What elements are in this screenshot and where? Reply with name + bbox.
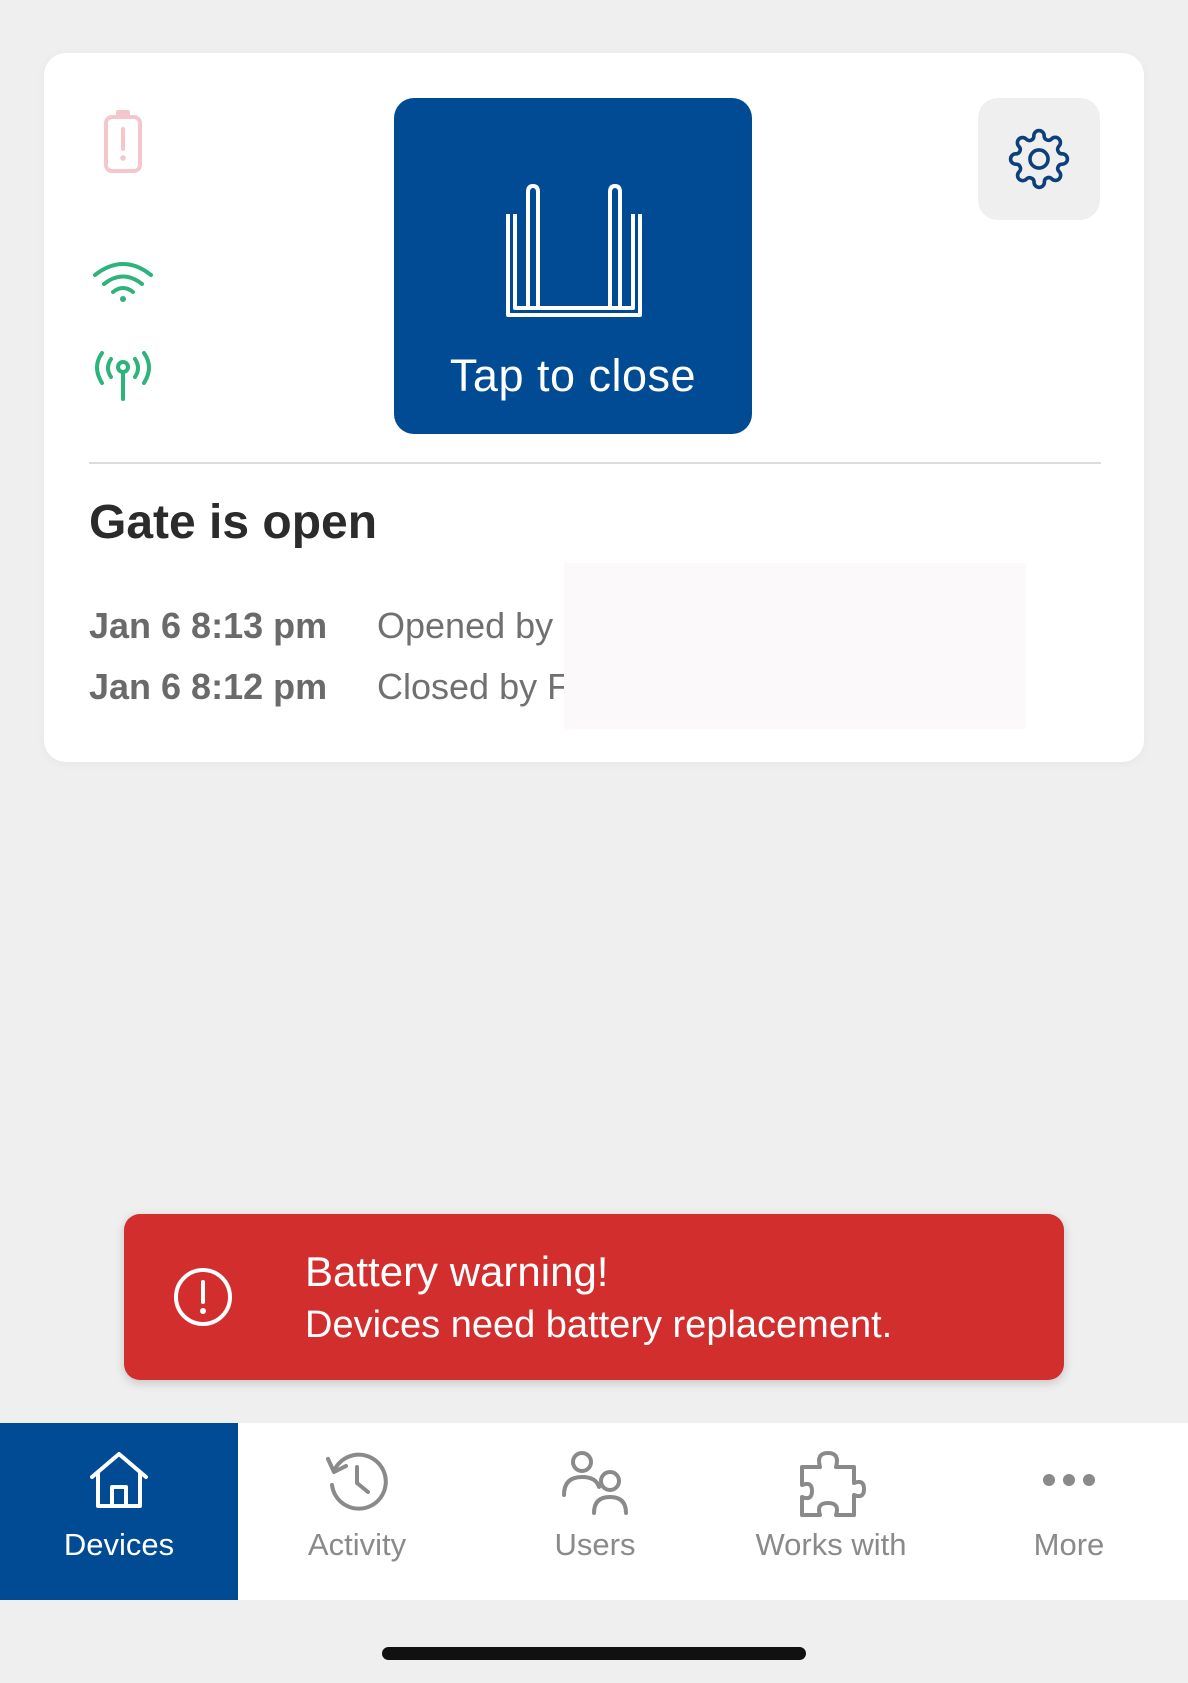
home-icon [90, 1452, 148, 1508]
tab-label: Devices [63, 1527, 175, 1562]
activity-description: Opened by [377, 605, 554, 646]
tap-to-close-button[interactable]: Tap to close [394, 98, 752, 434]
tab-label: More [1033, 1527, 1105, 1562]
tab-devices[interactable]: Devices [0, 1423, 238, 1600]
history-icon [326, 1452, 388, 1511]
gate-status-title: Gate is open [89, 496, 378, 549]
battery-warning-icon [104, 110, 142, 173]
battery-warning-toast[interactable]: Battery warning! Devices need battery re… [124, 1214, 1064, 1380]
settings-button[interactable] [978, 98, 1100, 220]
device-card: Tap to close Gate is open Jan 6 8:13 pm O… [44, 53, 1144, 762]
activity-time: Jan 6 8:12 pm [89, 666, 328, 707]
tab-works-with[interactable]: Works with [712, 1423, 950, 1600]
toast-title: Battery warning! [305, 1248, 609, 1295]
puzzle-icon [800, 1451, 866, 1517]
tab-activity[interactable]: Activity [238, 1423, 476, 1600]
toast-message: Devices need battery replacement. [305, 1304, 893, 1346]
tab-users[interactable]: Users [476, 1423, 714, 1600]
tab-label: Users [554, 1527, 636, 1562]
redacted-area [564, 563, 1026, 729]
exclamation-circle-icon [174, 1268, 232, 1326]
wifi-icon [93, 262, 153, 302]
action-button-label: Tap to close [449, 350, 697, 401]
activity-row: Jan 6 8:13 pm Opened by [89, 605, 553, 655]
activity-description: Closed by F [377, 666, 570, 707]
home-indicator[interactable] [382, 1647, 806, 1660]
gate-icon [506, 184, 642, 317]
users-icon [562, 1451, 628, 1515]
gear-icon [1008, 128, 1070, 190]
tab-label: Activity [307, 1527, 407, 1562]
activity-time: Jan 6 8:13 pm [89, 605, 328, 646]
activity-row: Jan 6 8:12 pm Closed by F [89, 666, 569, 716]
antenna-signal-icon [95, 351, 151, 401]
more-dots-icon [1043, 1474, 1095, 1486]
tab-more[interactable]: More [950, 1423, 1188, 1600]
divider [89, 462, 1101, 464]
bottom-tab-bar: Devices Activity Users Works with More [0, 1423, 1188, 1600]
tab-label: Works with [755, 1527, 907, 1562]
